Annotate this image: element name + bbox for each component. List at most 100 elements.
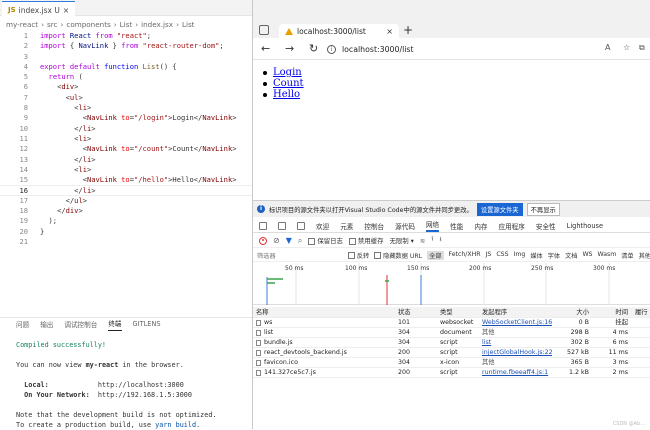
code-line: 17 </ul>: [0, 196, 252, 206]
set-source-folder-button[interactable]: 设置源文件夹: [477, 203, 523, 216]
cell-initiator[interactable]: runtime.fbeeaff4.js:1: [482, 368, 552, 378]
devtools-tab[interactable]: 性能: [450, 221, 463, 231]
panel-tab[interactable]: 问题: [16, 319, 29, 331]
local-url[interactable]: http://localhost:3000: [98, 381, 184, 389]
clear-icon[interactable]: ⊘: [273, 236, 280, 245]
tab-actions-icon[interactable]: [259, 25, 269, 35]
terminal-output[interactable]: Compiled successfully! You can now view …: [16, 340, 252, 430]
breadcrumb-item[interactable]: components: [66, 20, 110, 29]
address-text: localhost:3000/list: [342, 45, 414, 54]
resource-type-filter[interactable]: 清单: [621, 251, 633, 260]
network-url[interactable]: http://192.168.1.5:3000: [98, 391, 192, 399]
preserve-log-checkbox[interactable]: 保留日志: [308, 236, 343, 245]
column-header[interactable]: 名称: [256, 307, 396, 318]
inspect-icon[interactable]: [259, 222, 267, 230]
info-icon[interactable]: i: [327, 45, 336, 54]
column-header[interactable]: 时间: [594, 307, 632, 318]
throttle-select[interactable]: 无限制 ▾: [389, 236, 413, 245]
code-area[interactable]: 1import React from "react";2import { Nav…: [0, 31, 252, 247]
wifi-icon[interactable]: ≋: [420, 237, 425, 245]
close-icon[interactable]: ×: [386, 27, 393, 36]
resource-type-filter[interactable]: WS: [582, 251, 592, 260]
back-button[interactable]: ←: [261, 42, 270, 56]
invert-checkbox[interactable]: 反转: [348, 251, 369, 260]
table-row[interactable]: react_devtools_backend.js200scriptinject…: [253, 348, 650, 358]
breadcrumb-item[interactable]: List: [182, 20, 195, 29]
browser-tab[interactable]: localhost:3000/list ×: [279, 24, 399, 38]
reload-button[interactable]: ↻: [309, 42, 318, 56]
cell-initiator[interactable]: injectGlobalHook.js:22...: [482, 348, 552, 358]
disable-cache-checkbox[interactable]: 禁用缓存: [349, 236, 384, 245]
breadcrumb-item[interactable]: my-react: [6, 20, 38, 29]
nav-link-hello[interactable]: Hello: [273, 89, 300, 100]
code-token: "react-router-dom": [143, 41, 220, 50]
resource-type-filter[interactable]: 文档: [565, 251, 577, 260]
panel-tab[interactable]: 输出: [40, 319, 53, 331]
editor-tab-index-jsx[interactable]: JS index.jsx U ×: [2, 1, 75, 16]
resource-type-filter[interactable]: 其他: [639, 251, 650, 260]
devtools-tab[interactable]: 应用程序: [499, 221, 525, 231]
devtools-tab[interactable]: 内存: [474, 221, 487, 231]
device-icon[interactable]: [278, 222, 286, 230]
breadcrumb-item[interactable]: src: [47, 20, 58, 29]
note-line-1: Note that the development build is not o…: [16, 411, 217, 419]
column-header[interactable]: 履行: [635, 307, 650, 318]
devtools-tab[interactable]: 网络: [426, 219, 439, 232]
cell-status: 304: [398, 338, 436, 348]
panel-tab[interactable]: GITLENS: [133, 320, 161, 330]
devtools-tab[interactable]: 控制台: [364, 221, 384, 231]
code-line: 9 <NavLink to="/login">Login</NavLink>: [0, 113, 252, 123]
code-token: NavLink: [78, 41, 112, 50]
filter-icon[interactable]: ▼: [286, 236, 292, 245]
column-header[interactable]: 大小: [553, 307, 593, 318]
column-header[interactable]: 状态: [398, 307, 436, 318]
close-icon[interactable]: ×: [63, 6, 69, 15]
resource-type-filter[interactable]: Img: [514, 251, 526, 260]
nav-link-count[interactable]: Count: [273, 78, 304, 89]
table-row[interactable]: bundle.js304scriptlist302 B6 ms: [253, 338, 650, 348]
cell-size: 298 B: [553, 328, 593, 338]
home-icon[interactable]: [297, 222, 305, 230]
table-row[interactable]: favicon.ico304x-icon其他365 B3 ms: [253, 358, 650, 368]
forward-button[interactable]: →: [285, 42, 294, 56]
devtools-tab[interactable]: 源代码: [395, 221, 415, 231]
resource-type-filter[interactable]: Wasm: [597, 251, 616, 260]
table-row[interactable]: ws101websocketWebSocketClient.js:160 B挂起: [253, 318, 650, 328]
column-header[interactable]: 发起程序: [482, 307, 552, 318]
resource-type-filter[interactable]: 媒体: [530, 251, 542, 260]
code-token: >Login</: [168, 113, 202, 122]
column-header[interactable]: 类型: [440, 307, 478, 318]
network-timeline[interactable]: 50 ms100 ms150 ms200 ms250 ms300 ms: [253, 263, 650, 305]
devtools-tab[interactable]: Lighthouse: [567, 222, 603, 230]
read-aloud-icon[interactable]: A: [605, 43, 610, 52]
collections-icon[interactable]: ⧉: [639, 43, 645, 53]
resource-type-filter[interactable]: 字体: [548, 251, 560, 260]
cell-initiator[interactable]: list: [482, 338, 552, 348]
address-bar[interactable]: i localhost:3000/list: [327, 42, 497, 56]
record-icon[interactable]: [259, 237, 267, 245]
new-tab-button[interactable]: +: [403, 23, 413, 37]
resource-type-filter[interactable]: CSS: [496, 251, 508, 260]
nav-link-login[interactable]: Login: [273, 67, 302, 78]
search-icon[interactable]: ⌕: [298, 236, 302, 246]
hide-data-urls-checkbox[interactable]: 隐藏数据 URL: [374, 251, 422, 260]
cell-initiator[interactable]: WebSocketClient.js:16: [482, 318, 552, 328]
import-icon[interactable]: ⭱: [431, 235, 433, 246]
resource-type-filter[interactable]: JS: [486, 251, 492, 260]
devtools-tab[interactable]: 元素: [340, 221, 353, 231]
favorites-icon[interactable]: ☆: [623, 43, 630, 52]
table-row[interactable]: list304document其他298 B4 ms: [253, 328, 650, 338]
resource-type-filter[interactable]: Fetch/XHR: [449, 251, 481, 260]
panel-tab[interactable]: 终端: [108, 318, 121, 331]
table-row[interactable]: 141.327ce5c7.js200scriptruntime.fbeeaff4…: [253, 368, 650, 378]
code-text: <div>: [40, 82, 78, 92]
resource-type-filter[interactable]: 全部: [427, 251, 443, 260]
panel-tab[interactable]: 调试控制台: [64, 319, 97, 331]
dont-show-again-button[interactable]: 不再显示: [527, 203, 560, 216]
export-icon[interactable]: ⭳: [440, 235, 442, 246]
filter-label[interactable]: 筛选器: [257, 251, 343, 260]
breadcrumb-item[interactable]: List: [120, 20, 133, 29]
devtools-tab[interactable]: 安全性: [536, 221, 556, 231]
breadcrumb-item[interactable]: index.jsx: [141, 20, 173, 29]
devtools-tab[interactable]: 欢迎: [316, 221, 329, 231]
